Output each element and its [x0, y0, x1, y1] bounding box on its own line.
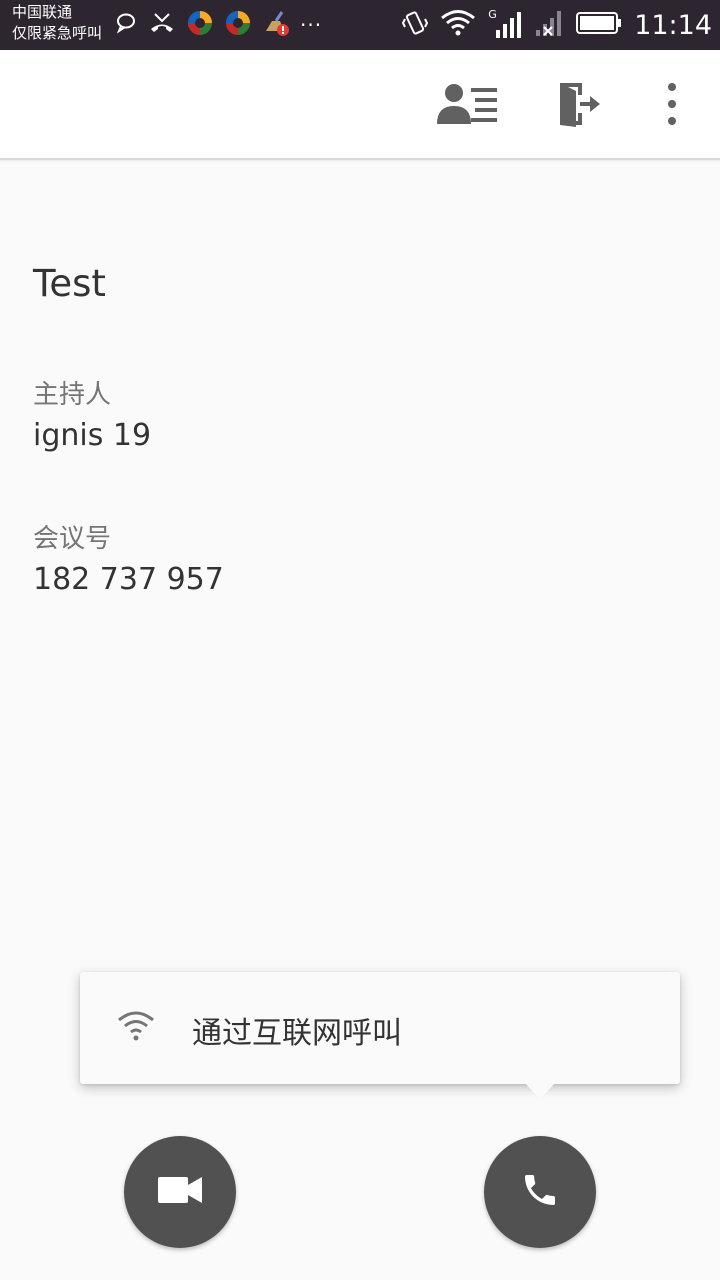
notification-icons: ···	[114, 8, 322, 42]
chat-bubble-icon	[114, 11, 138, 39]
phone-call-button[interactable]	[484, 1136, 596, 1248]
participants-icon	[437, 82, 499, 130]
wifi-status-icon	[440, 9, 476, 41]
meeting-number-label: 会议号	[33, 524, 112, 554]
call-via-internet-label: 通过互联网呼叫	[192, 1016, 402, 1051]
system-icons: G 11:14	[402, 4, 712, 46]
video-call-button[interactable]	[124, 1136, 236, 1248]
emergency-only-text: 仅限紧急呼叫	[12, 24, 103, 42]
participants-button[interactable]	[436, 76, 500, 136]
network-type-text: G	[488, 8, 497, 21]
battery-icon	[576, 11, 622, 39]
meeting-number: 182 737 957	[33, 562, 224, 597]
more-options-button[interactable]	[640, 76, 704, 136]
missed-call-icon	[148, 11, 176, 39]
host-label: 主持人	[33, 380, 112, 410]
status-bar: 中国联通 仅限紧急呼叫 ··· G 11:14	[0, 0, 720, 50]
app-notification-icon	[224, 9, 252, 41]
video-call-icon	[158, 1175, 202, 1209]
no-signal-icon	[534, 8, 564, 42]
vibrate-icon	[402, 9, 429, 41]
signal-icon: G	[488, 8, 522, 40]
carrier-name: 中国联通	[12, 3, 73, 21]
carrier-info: 中国联通 仅限紧急呼叫	[12, 2, 102, 44]
app-notification-icon	[186, 9, 214, 41]
meeting-title: Test	[33, 262, 106, 305]
exit-meeting-icon	[558, 81, 602, 131]
more-notifications-icon: ···	[300, 13, 323, 37]
call-via-internet-option[interactable]: 通过互联网呼叫	[80, 972, 680, 1099]
more-vert-icon	[667, 82, 677, 130]
phone-call-icon	[520, 1170, 560, 1214]
host-name: ignis 19	[33, 418, 152, 453]
app-bar	[0, 50, 720, 160]
leave-meeting-button[interactable]	[548, 76, 612, 136]
cleaner-alert-icon	[262, 9, 290, 41]
wifi-icon	[116, 1008, 156, 1046]
popup-pointer	[524, 1082, 556, 1099]
clock: 11:14	[634, 9, 712, 41]
